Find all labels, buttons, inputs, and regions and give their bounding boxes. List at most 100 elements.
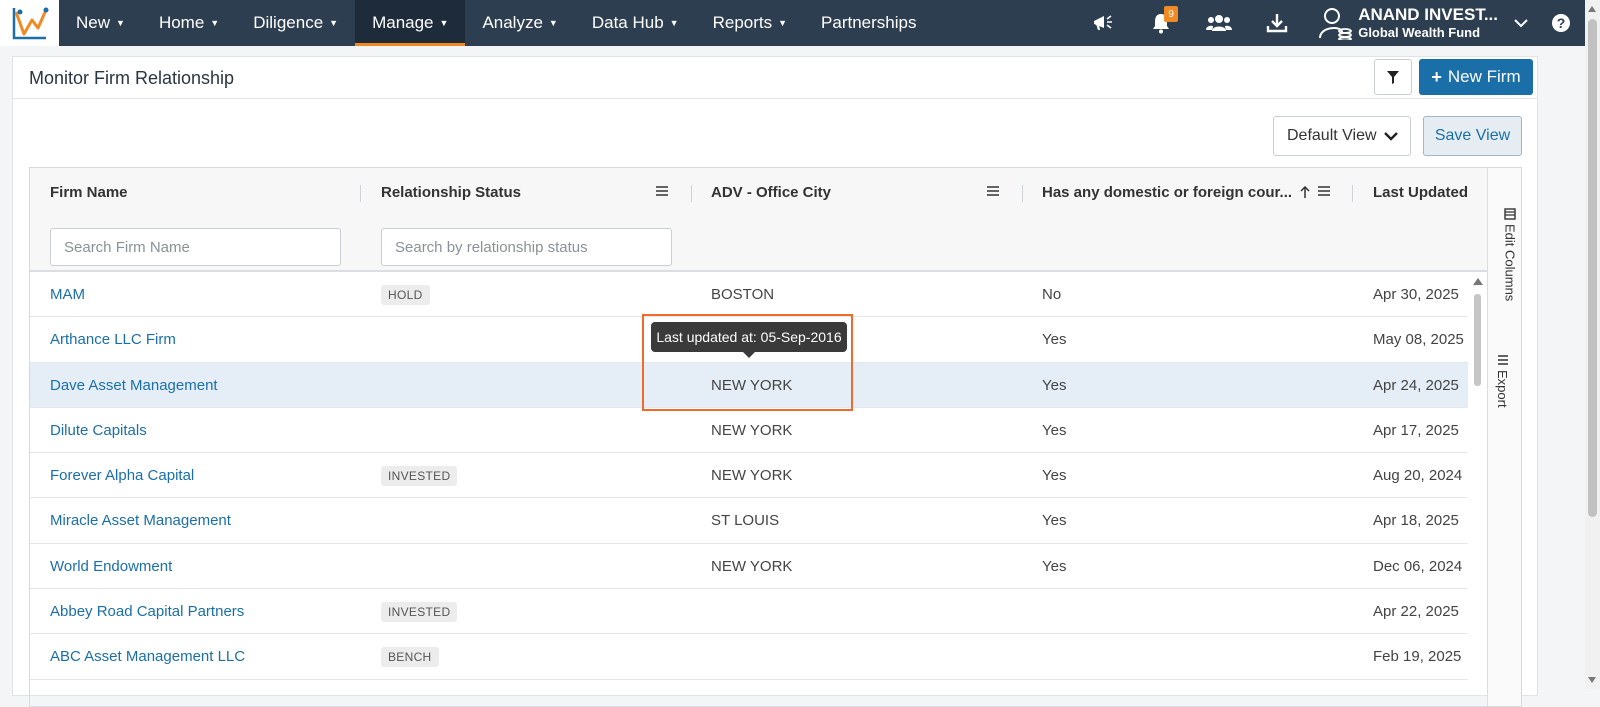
table-row[interactable]: Forever Alpha Capital INVESTED NEW YORK … xyxy=(30,453,1468,499)
table-row[interactable]: World Endowment NEW YORK Yes Dec 06, 202… xyxy=(30,544,1468,590)
nav-partnerships-label: Partnerships xyxy=(821,13,917,32)
users-button[interactable] xyxy=(1190,0,1248,46)
new-firm-button[interactable]: + New Firm xyxy=(1419,59,1533,95)
export-button[interactable]: Export xyxy=(1495,354,1510,408)
user-menu[interactable]: ANAND INVEST... Global Wealth Fund xyxy=(1318,0,1552,46)
last-updated-cell: Dec 06, 2024 xyxy=(1373,557,1463,575)
edit-columns-button[interactable]: Edit Columns xyxy=(1495,208,1525,301)
filter-icon xyxy=(1387,70,1399,84)
firm-name-link[interactable]: Dilute Capitals xyxy=(50,422,147,439)
nav-partnerships[interactable]: Partnerships xyxy=(804,0,933,46)
download-icon xyxy=(1267,14,1288,33)
table-row[interactable]: MAM HOLD BOSTON No Apr 30, 2025 xyxy=(30,272,1468,318)
scroll-up-arrow-icon[interactable] xyxy=(1588,6,1596,12)
grid-scroll-thumb[interactable] xyxy=(1474,294,1481,386)
caret-down-icon: ▼ xyxy=(669,18,679,28)
firm-name-link[interactable]: MAM xyxy=(50,286,85,303)
caret-down-icon: ▼ xyxy=(778,18,788,28)
nav-diligence-label: Diligence xyxy=(253,13,324,32)
app-logo[interactable] xyxy=(0,0,59,46)
page-scroll-thumb[interactable] xyxy=(1588,19,1597,517)
last-updated-tooltip: Last updated at: 05-Sep-2016 xyxy=(651,322,847,358)
search-firm-name-input[interactable] xyxy=(50,228,341,266)
firm-grid: Firm Name Relationship Status ADV - Offi… xyxy=(29,167,1522,707)
column-resize-handle[interactable] xyxy=(1352,185,1353,202)
firm-name-link[interactable]: Abbey Road Capital Partners xyxy=(50,603,244,620)
firm-name-link[interactable]: Miracle Asset Management xyxy=(50,512,231,529)
announcements-button[interactable] xyxy=(1074,0,1132,46)
table-row[interactable]: Abbey Road Capital Partners INVESTED Apr… xyxy=(30,589,1468,635)
last-updated-cell: May 08, 2025 xyxy=(1373,331,1464,349)
users-icon xyxy=(1206,15,1233,31)
status-badge: INVESTED xyxy=(381,466,458,487)
firm-name-link[interactable]: Arthance LLC Firm xyxy=(50,331,176,348)
save-view-button[interactable]: Save View xyxy=(1423,116,1522,156)
table-row[interactable]: Miracle Asset Management ST LOUIS Yes Ap… xyxy=(30,498,1468,544)
foreign-court-cell: Yes xyxy=(1042,467,1067,485)
column-header-relationship-status[interactable]: Relationship Status xyxy=(381,184,521,201)
nav-reports-label: Reports xyxy=(712,13,773,32)
columns-icon xyxy=(1504,208,1516,220)
caret-down-icon: ▼ xyxy=(116,18,125,28)
caret-down-icon: ▼ xyxy=(548,18,558,28)
column-resize-handle[interactable] xyxy=(1022,185,1023,202)
column-resize-handle[interactable] xyxy=(691,185,692,202)
search-relationship-status-input[interactable] xyxy=(381,228,672,266)
nav-right-group: 9 ANAND INVEST... Global Wealth Fund ? xyxy=(1074,0,1600,46)
foreign-court-cell: Yes xyxy=(1042,557,1067,575)
notifications-button[interactable]: 9 xyxy=(1132,0,1190,46)
help-icon[interactable]: ? xyxy=(1552,14,1570,32)
firm-name-link[interactable]: World Endowment xyxy=(50,558,172,575)
caret-down-icon: ▼ xyxy=(439,18,449,28)
nav-reports[interactable]: Reports ▼ xyxy=(696,0,804,46)
nav-diligence[interactable]: Diligence ▼ xyxy=(236,0,355,46)
nav-new[interactable]: New ▼ xyxy=(59,0,142,46)
foreign-court-cell: Yes xyxy=(1042,376,1067,394)
nav-manage[interactable]: Manage ▼ xyxy=(355,0,466,46)
last-updated-cell: Aug 20, 2024 xyxy=(1373,467,1463,485)
column-resize-handle[interactable] xyxy=(360,185,361,202)
table-row[interactable]: Dilute Capitals NEW YORK Yes Apr 17, 202… xyxy=(30,408,1468,454)
table-row[interactable]: ABC Asset Management LLC BENCH Feb 19, 2… xyxy=(30,634,1468,680)
export-label: Export xyxy=(1495,370,1510,408)
column-menu-icon[interactable] xyxy=(987,186,999,196)
nav-analyze[interactable]: Analyze ▼ xyxy=(465,0,574,46)
column-header-firm-name[interactable]: Firm Name xyxy=(50,184,128,201)
nav-home[interactable]: Home ▼ xyxy=(142,0,236,46)
plus-icon: + xyxy=(1431,66,1442,87)
firm-name-link[interactable]: ABC Asset Management LLC xyxy=(50,648,245,665)
side-tool-panel: Edit Columns Export xyxy=(1487,168,1521,706)
filter-button[interactable] xyxy=(1374,59,1412,95)
column-header-office-city[interactable]: ADV - Office City xyxy=(711,184,831,201)
view-toolbar: Default View Save View xyxy=(13,99,1537,167)
column-menu-icon[interactable] xyxy=(1318,186,1330,196)
menu-lines-icon xyxy=(1497,355,1508,365)
foreign-court-cell: No xyxy=(1042,286,1062,303)
office-city-cell: NEW YORK xyxy=(711,467,793,485)
scroll-up-arrow-icon[interactable] xyxy=(1473,278,1483,285)
download-button[interactable] xyxy=(1248,0,1306,46)
default-view-dropdown[interactable]: Default View xyxy=(1273,116,1411,156)
chevron-down-icon xyxy=(1514,18,1528,27)
nav-manage-label: Manage xyxy=(372,13,434,32)
megaphone-icon xyxy=(1094,15,1113,30)
nav-data-hub[interactable]: Data Hub ▼ xyxy=(575,0,696,46)
firm-name-link[interactable]: Dave Asset Management xyxy=(50,377,218,394)
user-money-icon xyxy=(1319,8,1353,40)
column-header-last-updated[interactable]: Last Updated xyxy=(1373,184,1468,201)
foreign-court-cell: Yes xyxy=(1042,331,1067,349)
nav-new-label: New xyxy=(76,13,111,32)
column-menu-icon[interactable] xyxy=(656,186,668,196)
page-scrollbar[interactable] xyxy=(1585,0,1600,689)
grid-scrollbar[interactable] xyxy=(1468,272,1487,706)
table-row[interactable]: Dave Asset Management NEW YORK Yes Apr 2… xyxy=(30,362,1468,408)
column-header-foreign-court[interactable]: Has any domestic or foreign cour... xyxy=(1042,184,1292,201)
caret-down-icon: ▼ xyxy=(210,18,220,28)
last-updated-cell: Apr 17, 2025 xyxy=(1373,421,1459,439)
firm-name-link[interactable]: Forever Alpha Capital xyxy=(50,467,194,484)
status-badge: BENCH xyxy=(381,647,439,668)
main-card: Monitor Firm Relationship + New Firm Def… xyxy=(12,56,1538,707)
office-city-cell: NEW YORK xyxy=(711,557,793,575)
scroll-down-arrow-icon[interactable] xyxy=(1588,677,1596,683)
sort-ascending-icon[interactable] xyxy=(1300,186,1310,198)
